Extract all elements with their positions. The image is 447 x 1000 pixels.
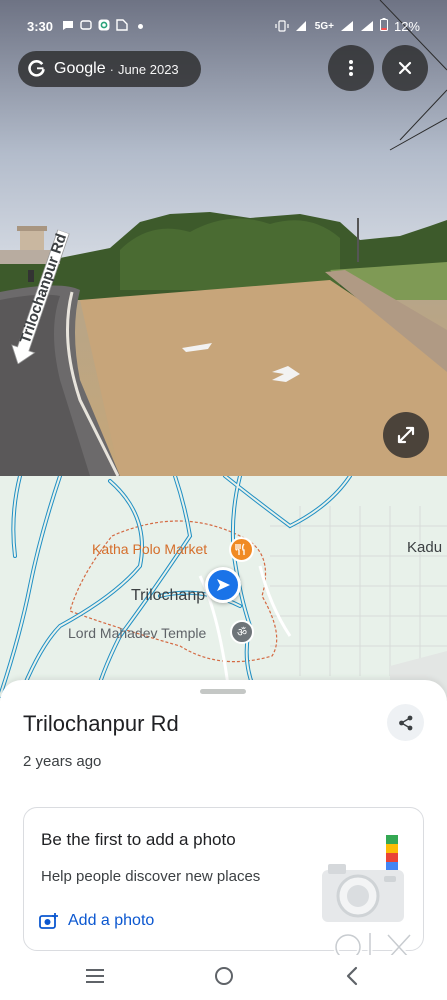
separator: · xyxy=(109,61,114,77)
recent-apps-button[interactable] xyxy=(80,964,110,988)
share-icon xyxy=(398,715,412,730)
home-icon xyxy=(215,967,233,985)
wifi-calling-icon xyxy=(295,20,309,32)
share-button[interactable] xyxy=(387,704,424,741)
fullscreen-button[interactable] xyxy=(383,412,429,458)
card-subtitle: Help people discover new places xyxy=(41,868,261,885)
drag-handle[interactable] xyxy=(200,689,246,694)
signal-2-icon xyxy=(360,20,374,32)
add-photo-icon xyxy=(39,913,58,929)
map-label-market[interactable]: Katha Polo Market xyxy=(92,541,207,557)
more-options-button[interactable] xyxy=(328,45,374,91)
close-button[interactable] xyxy=(382,45,428,91)
network-type: 5G+ xyxy=(314,20,334,32)
map-label-town[interactable]: Kadu xyxy=(407,539,442,556)
message-icon xyxy=(80,19,92,31)
home-button[interactable] xyxy=(209,964,239,988)
brand-label: Google xyxy=(54,60,106,77)
more-notifications-dot-icon xyxy=(138,24,143,29)
restaurant-icon xyxy=(235,543,245,555)
status-bar: 3:30 5G+ 12% xyxy=(0,0,447,52)
place-title: Trilochanpur Rd xyxy=(23,711,179,736)
recent-apps-icon xyxy=(86,969,104,983)
system-status: 5G+ 12% xyxy=(275,18,420,34)
news-icon xyxy=(116,19,128,31)
card-title: Be the first to add a photo xyxy=(41,830,236,849)
app-notification-icon xyxy=(98,19,110,31)
notification-icons xyxy=(62,19,143,31)
direction-arrow-icon xyxy=(217,579,230,591)
google-g-icon xyxy=(28,60,45,77)
back-icon xyxy=(346,966,358,986)
add-photo-label: Add a photo xyxy=(68,912,155,929)
camera-illustration-icon xyxy=(322,835,404,922)
restaurant-pin[interactable] xyxy=(229,537,254,562)
expand-icon xyxy=(397,426,415,444)
add-photo-button[interactable]: Add a photo xyxy=(39,912,154,930)
back-button[interactable] xyxy=(337,964,367,988)
street-view-location-marker[interactable] xyxy=(205,567,241,603)
status-time: 3:30 xyxy=(27,19,54,34)
close-icon xyxy=(398,61,412,75)
more-vert-icon xyxy=(349,60,353,76)
temple-pin[interactable]: ॐ xyxy=(230,620,254,644)
signal-icon xyxy=(340,20,354,32)
om-icon: ॐ xyxy=(236,626,248,639)
system-nav-bar xyxy=(0,955,447,1000)
chat-icon xyxy=(62,19,74,31)
battery-icon xyxy=(379,18,388,34)
vibrate-icon xyxy=(275,20,289,32)
map-label-village[interactable]: Trilochanp xyxy=(131,587,205,605)
imagery-source-pill[interactable]: Google · June 2023 xyxy=(18,51,201,87)
battery-percent: 12% xyxy=(393,18,420,34)
capture-date: June 2023 xyxy=(117,61,179,77)
map-label-temple[interactable]: Lord Mahadev Temple xyxy=(68,625,206,641)
place-timestamp: 2 years ago xyxy=(23,753,102,770)
